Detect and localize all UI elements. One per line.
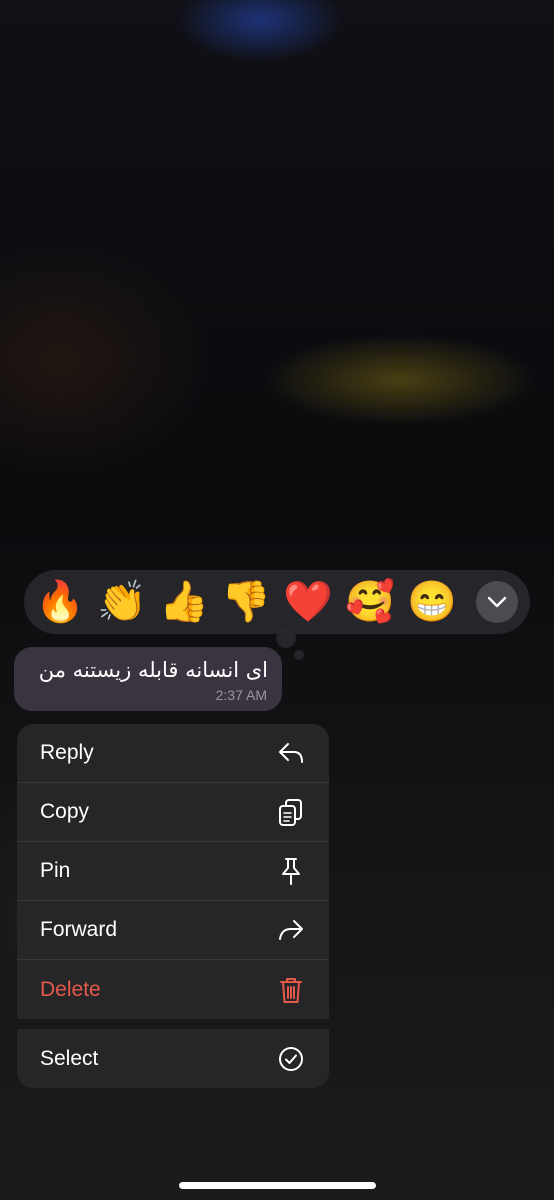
message-bubble: ای انسانه قابله زیستنه من 2:37 AM <box>14 647 282 711</box>
check-circle-icon <box>277 1045 305 1073</box>
menu-item-delete[interactable]: Delete <box>17 960 329 1019</box>
context-menu: Reply Copy Pin Forward Delete Select <box>17 724 329 1088</box>
bubble-tail-dot <box>276 628 296 648</box>
menu-item-copy[interactable]: Copy <box>17 783 329 842</box>
reaction-beaming-face[interactable]: 😁 <box>406 576 458 628</box>
reaction-thumbs-up[interactable]: 👍 <box>158 576 210 628</box>
reaction-fire[interactable]: 🔥 <box>34 576 86 628</box>
trash-icon <box>277 975 305 1005</box>
message-timestamp: 2:37 AM <box>215 687 267 703</box>
home-indicator[interactable] <box>179 1182 376 1189</box>
menu-item-forward[interactable]: Forward <box>17 901 329 960</box>
bubble-tail-dot-small <box>294 650 304 660</box>
expand-reactions-button[interactable] <box>476 581 518 623</box>
reaction-red-heart[interactable]: ❤️ <box>282 576 334 628</box>
reaction-smiling-face-with-hearts[interactable]: 🥰 <box>344 576 396 628</box>
reaction-bar: 🔥 👏 👍 👎 ❤️ 🥰 😁 <box>24 570 530 634</box>
pin-icon <box>277 856 305 886</box>
menu-item-label: Copy <box>40 800 90 823</box>
menu-item-pin[interactable]: Pin <box>17 842 329 901</box>
reply-icon <box>277 741 305 765</box>
menu-item-label: Forward <box>40 918 118 941</box>
menu-item-label: Reply <box>40 741 94 764</box>
message-text: ای انسانه قابله زیستنه من <box>38 658 268 682</box>
menu-item-label: Pin <box>40 859 71 882</box>
chevron-down-icon <box>487 596 507 608</box>
menu-item-label: Select <box>40 1046 99 1070</box>
reaction-thumbs-down[interactable]: 👎 <box>220 576 272 628</box>
menu-item-label: Delete <box>40 977 101 1001</box>
menu-item-select[interactable]: Select <box>17 1029 329 1088</box>
menu-separator <box>17 1019 329 1029</box>
menu-item-reply[interactable]: Reply <box>17 724 329 783</box>
copy-icon <box>277 797 305 827</box>
reaction-clapping-hands[interactable]: 👏 <box>96 576 148 628</box>
forward-icon <box>277 918 305 942</box>
